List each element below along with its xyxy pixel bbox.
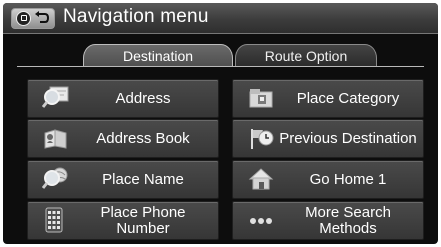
more-search-methods-label: More Search Methods xyxy=(305,203,391,237)
magnifier-map-icon xyxy=(42,86,69,108)
more-dots-icon xyxy=(250,218,272,224)
flag-clock-icon xyxy=(251,129,274,149)
go-home-label: Go Home 1 xyxy=(309,170,387,188)
tab-divider xyxy=(17,66,424,67)
place-name-button[interactable]: Place Name xyxy=(27,160,219,199)
address-book-label: Address Book xyxy=(96,129,190,147)
folder-icon xyxy=(249,89,273,108)
place-phone-number-label: Place Phone Number xyxy=(100,203,186,237)
magnifier-globe-icon xyxy=(42,167,68,189)
place-category-button[interactable]: Place Category xyxy=(232,79,424,118)
go-home-button[interactable]: Go Home 1 xyxy=(232,160,424,199)
navigation-screen: Navigation menu Destination Route Option… xyxy=(3,3,438,244)
address-book-button[interactable]: Address Book xyxy=(27,119,219,158)
previous-destination-button[interactable]: Previous Destination xyxy=(232,119,424,158)
back-button[interactable] xyxy=(11,8,55,29)
place-name-label: Place Name xyxy=(102,170,184,188)
tab-destination[interactable]: Destination xyxy=(83,44,233,67)
home-icon xyxy=(248,168,274,190)
previous-destination-label: Previous Destination xyxy=(279,129,417,147)
more-search-methods-button[interactable]: More Search Methods xyxy=(232,201,424,240)
back-arrow-icon xyxy=(35,11,50,23)
tab-row: Destination Route Option xyxy=(3,34,438,68)
system-icon xyxy=(16,11,31,26)
address-button[interactable]: Address xyxy=(27,79,219,118)
address-label: Address xyxy=(115,89,171,107)
page-title: Navigation menu xyxy=(63,6,209,27)
title-bar: Navigation menu xyxy=(3,3,438,34)
address-book-icon xyxy=(44,129,67,149)
keypad-icon xyxy=(45,207,63,233)
tab-route-option[interactable]: Route Option xyxy=(235,44,377,67)
place-category-label: Place Category xyxy=(296,89,400,107)
place-phone-number-button[interactable]: Place Phone Number xyxy=(27,201,219,240)
